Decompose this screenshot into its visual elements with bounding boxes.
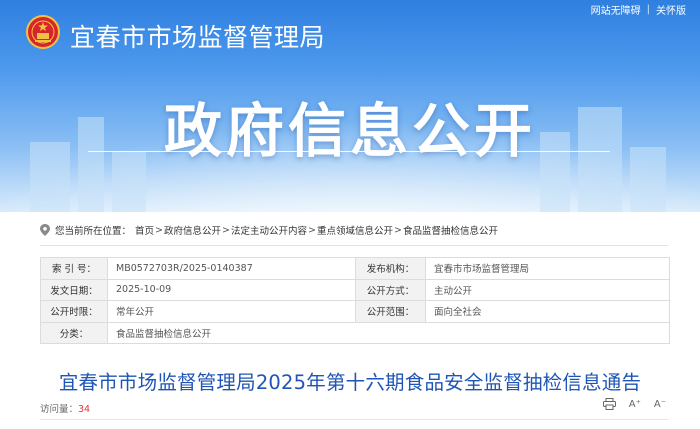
visit-count-label: 访问量： <box>40 404 79 415</box>
breadcrumb-separator: > <box>308 224 316 236</box>
visit-count-value: 34 <box>78 404 91 415</box>
breadcrumb-divider <box>40 245 668 246</box>
site-name[interactable]: 宜春市市场监督管理局 <box>70 18 325 54</box>
disclosure-mode-label: 公开方式： <box>355 278 426 301</box>
disclosure-period-value: 常年公开 <box>107 300 356 323</box>
index-number-label: 索 引 号： <box>40 257 108 280</box>
category-value: 食品监督抽检信息公开 <box>107 321 670 344</box>
issue-date-value: 2025-10-09 <box>107 278 356 301</box>
page-title: 政府信息公开 <box>163 97 536 165</box>
font-decrease-button[interactable]: A⁻ <box>654 399 666 410</box>
breadcrumb-separator: > <box>393 224 402 236</box>
location-pin-icon <box>40 224 50 236</box>
title-divider <box>88 151 610 152</box>
national-emblem-icon <box>26 15 60 49</box>
metadata-table: 索 引 号： MB0572703R/2025-0140387 发布机构： 宜春市… <box>40 257 670 344</box>
breadcrumb-gov-info[interactable]: 政府信息公开 <box>164 223 221 237</box>
table-row: 公开时限： 常年公开 公开范围： 面向全社会 <box>40 300 670 323</box>
table-row: 索 引 号： MB0572703R/2025-0140387 发布机构： 宜春市… <box>40 257 670 280</box>
breadcrumb: 您当前所在位置： 首页 > 政府信息公开 > 法定主动公开内容 > 重点领域信息… <box>40 223 498 237</box>
breadcrumb-prefix: 您当前所在位置： <box>55 226 132 237</box>
breadcrumb-separator: > <box>155 224 163 236</box>
content-card: 您当前所在位置： 首页 > 政府信息公开 > 法定主动公开内容 > 重点领域信息… <box>28 212 680 429</box>
article-divider <box>40 419 668 420</box>
index-number-value: MB0572703R/2025-0140387 <box>107 257 356 280</box>
breadcrumb-separator: > <box>222 224 230 236</box>
publisher-value: 宜春市市场监督管理局 <box>425 257 670 280</box>
visit-count: 访问量：34 <box>40 401 90 415</box>
issue-date-label: 发文日期： <box>40 278 108 301</box>
category-label: 分类： <box>40 321 108 344</box>
breadcrumb-statutory[interactable]: 法定主动公开内容 <box>231 223 307 237</box>
disclosure-scope-value: 面向全社会 <box>425 300 670 323</box>
article-title: 宜春市市场监督管理局2025年第十六期食品安全监督抽检信息通告 <box>58 371 642 394</box>
disclosure-scope-label: 公开范围： <box>355 300 426 323</box>
care-mode-link[interactable]: 关怀版 <box>656 2 686 17</box>
header-banner: 网站无障碍 | 关怀版 宜春市市场监督管理局 政府信息公开 <box>0 0 700 212</box>
accessibility-link[interactable]: 网站无障碍 <box>591 2 641 17</box>
top-links: 网站无障碍 | 关怀版 <box>591 2 686 17</box>
print-icon[interactable] <box>602 398 616 410</box>
breadcrumb-key-areas[interactable]: 重点领域信息公开 <box>317 223 393 237</box>
breadcrumb-home[interactable]: 首页 <box>135 223 154 237</box>
table-row: 分类： 食品监督抽检信息公开 <box>40 321 670 344</box>
breadcrumb-food-inspection[interactable]: 食品监督抽检信息公开 <box>403 223 498 237</box>
link-separator: | <box>646 4 650 15</box>
table-row: 发文日期： 2025-10-09 公开方式： 主动公开 <box>40 278 670 301</box>
font-increase-button[interactable]: A⁺ <box>629 399 641 410</box>
disclosure-period-label: 公开时限： <box>40 300 108 323</box>
disclosure-mode-value: 主动公开 <box>425 278 670 301</box>
article-tools: A⁺ A⁻ <box>602 398 666 410</box>
publisher-label: 发布机构： <box>355 257 426 280</box>
